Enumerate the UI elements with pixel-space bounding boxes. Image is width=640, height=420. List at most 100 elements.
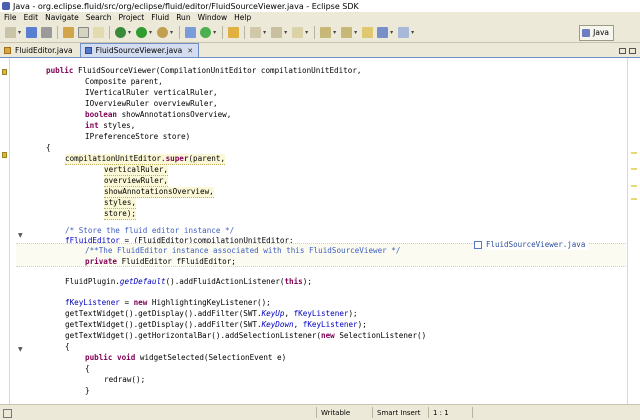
menu-project[interactable]: Project: [115, 13, 148, 22]
back-dropdown-icon[interactable]: ▾: [390, 29, 393, 36]
code-text: store);: [104, 209, 137, 220]
overview-mark[interactable]: [631, 152, 637, 154]
maximize-icon[interactable]: [629, 47, 636, 54]
code-line: styles,: [18, 198, 626, 209]
code-text: );: [348, 309, 358, 318]
overview-mark[interactable]: [631, 185, 637, 187]
toolbar-separator: [109, 26, 111, 39]
code-line: {: [18, 342, 626, 352]
keyword: int: [85, 121, 99, 130]
status-insert-mode: Smart Insert: [372, 407, 429, 418]
tab-fluid-editor[interactable]: FluidEditor.java: [0, 44, 78, 57]
code-text: HighlightingKeyListener();: [147, 298, 271, 307]
menu-navigate[interactable]: Navigate: [41, 13, 82, 22]
toolbar-separator: [244, 26, 246, 39]
search-icon[interactable]: [250, 27, 262, 38]
overview-mark[interactable]: [631, 198, 637, 200]
open-type-icon[interactable]: [63, 27, 75, 38]
code-line: showAnnotationsOverview,: [18, 187, 626, 198]
minimize-icon[interactable]: [619, 47, 626, 54]
tab-fluid-source-viewer[interactable]: FluidSourceViewer.java ✕: [79, 43, 200, 57]
prev-annotation-dropdown-icon[interactable]: ▾: [354, 29, 357, 36]
keyword: public: [85, 353, 113, 362]
perspective-label: Java: [593, 28, 609, 37]
hover-hint[interactable]: FluidSourceViewer.java: [474, 239, 589, 250]
java-perspective-button[interactable]: Java: [579, 24, 614, 41]
code-text: =: [119, 298, 134, 307]
menu-window[interactable]: Window: [194, 13, 231, 22]
code-text: FluidEditor fFluidEditor;: [117, 257, 236, 266]
menu-file[interactable]: File: [0, 13, 20, 22]
toggle-mark-icon[interactable]: [271, 27, 283, 38]
menu-edit[interactable]: Edit: [20, 13, 42, 22]
code-text: IPreferenceStore store): [85, 132, 191, 141]
comment: /**The FluidEditor instance associated w…: [85, 246, 401, 255]
method-name: getDefault: [119, 277, 166, 286]
override-marker-icon[interactable]: [2, 69, 7, 75]
back-icon[interactable]: [377, 27, 389, 38]
overview-ruler[interactable]: [627, 58, 640, 404]
main-toolbar: ▾ ▾ ▾ ▾ ▾ ▾ ▾ ▾ ▾ ▾ ▾ ▾ Java: [0, 23, 640, 43]
fast-view-icon[interactable]: [3, 408, 12, 418]
field-name: fKeyListener: [293, 309, 349, 318]
print-icon[interactable]: [41, 27, 53, 38]
java-file-icon: [4, 47, 11, 54]
mark-dropdown-icon[interactable]: ▾: [284, 29, 287, 36]
new-class-dropdown-icon[interactable]: ▾: [213, 29, 216, 36]
code-text: ,: [284, 309, 294, 318]
override-marker-icon[interactable]: [2, 152, 7, 158]
toolbar-separator: [179, 26, 181, 39]
code-line: overviewRuler,: [18, 176, 626, 187]
code-text: styles,: [98, 121, 136, 130]
code-text: showAnnotationsOverview,: [117, 110, 232, 119]
save-icon[interactable]: [26, 27, 38, 38]
code-line: }: [18, 386, 626, 396]
java-file-icon: [84, 47, 92, 54]
debug-icon[interactable]: [115, 27, 127, 38]
code-line: getTextWidget().getDisplay().addFilter(S…: [18, 309, 626, 319]
run-dropdown-icon[interactable]: ▾: [149, 29, 152, 36]
menu-help[interactable]: Help: [230, 13, 254, 22]
next-annotation-dropdown-icon[interactable]: ▾: [333, 29, 336, 36]
search-dropdown-icon[interactable]: ▾: [263, 29, 266, 36]
code-line: boolean showAnnotationsOverview,: [18, 110, 626, 120]
code-text: );: [302, 277, 312, 286]
highlight-dropdown-icon[interactable]: ▾: [305, 29, 308, 36]
prev-annotation-icon[interactable]: [341, 27, 353, 38]
vertical-ruler[interactable]: [0, 58, 10, 404]
title-bar: Java - org.eclipse.fluid/src/org/eclipse…: [0, 0, 640, 12]
external-tools-icon[interactable]: [157, 27, 169, 38]
debug-dropdown-icon[interactable]: ▾: [128, 29, 131, 36]
overview-mark[interactable]: [631, 168, 637, 170]
new-dropdown-icon[interactable]: ▾: [18, 29, 21, 36]
new-class-icon[interactable]: [200, 27, 212, 38]
toolbar-separator: [222, 26, 224, 39]
highlight-icon[interactable]: [292, 27, 304, 38]
keyword: void: [117, 353, 136, 362]
keyword: this: [284, 277, 303, 286]
code-editor[interactable]: ▼ ▼ public FluidSourceViewer(Compilation…: [0, 58, 640, 404]
forward-dropdown-icon[interactable]: ▾: [411, 29, 414, 36]
java-file-icon: [474, 240, 482, 249]
forward-icon[interactable]: [398, 27, 410, 38]
code-line: getTextWidget().getHorizontalBar().addSe…: [18, 331, 626, 341]
new-package-icon[interactable]: [185, 27, 197, 38]
open-icon[interactable]: [228, 27, 240, 38]
run-icon[interactable]: [136, 27, 148, 38]
show-source-icon[interactable]: [93, 27, 105, 38]
menu-fluid[interactable]: Fluid: [147, 13, 172, 22]
external-dropdown-icon[interactable]: ▾: [170, 29, 173, 36]
code-line: public FluidSourceViewer(CompilationUnit…: [18, 66, 626, 76]
code-text: }: [85, 386, 90, 395]
new-icon[interactable]: [5, 27, 16, 38]
last-edit-icon[interactable]: [362, 27, 374, 38]
close-icon[interactable]: ✕: [187, 47, 193, 55]
code-line: FluidPlugin.getDefault().addFluidActionL…: [18, 277, 626, 287]
build-icon[interactable]: [78, 27, 90, 38]
menu-run[interactable]: Run: [172, 13, 193, 22]
menu-search[interactable]: Search: [82, 13, 115, 22]
code-text: styles,: [104, 198, 137, 209]
next-annotation-icon[interactable]: [320, 27, 332, 38]
java-perspective-icon: [582, 28, 591, 37]
tab-label: FluidSourceViewer.java: [95, 46, 183, 55]
